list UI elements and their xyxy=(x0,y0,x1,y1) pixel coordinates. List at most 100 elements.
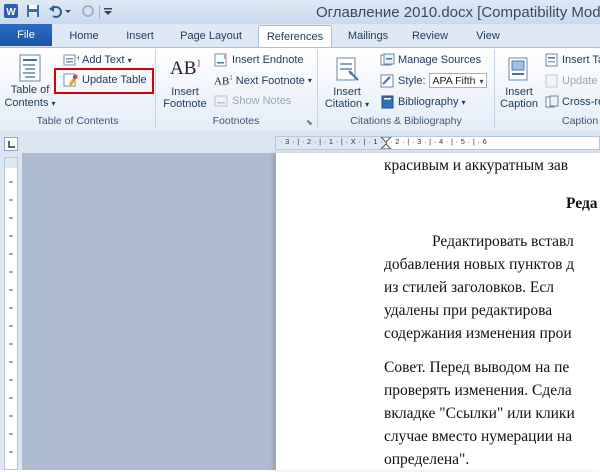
document-page[interactable]: красивым и аккуратным зав Реда Редактиро… xyxy=(275,153,600,470)
chevron-down-icon: ▾ xyxy=(461,97,466,107)
tab-insert[interactable]: Insert xyxy=(118,26,162,46)
tab-references[interactable]: References xyxy=(258,25,332,48)
insert-citation-label-1: Insert xyxy=(333,86,361,98)
add-text-button[interactable]: + Add Text ▾ xyxy=(63,53,132,67)
doc-line: удалены при редактирова xyxy=(384,302,553,319)
update-table-of-figures-button[interactable]: Update xyxy=(545,74,597,88)
insert-footnote-label-2: Footnote xyxy=(163,98,207,110)
doc-line: Редактировать вставл xyxy=(432,233,574,250)
insert-caption-label-2: Caption xyxy=(500,98,538,110)
insert-table-of-figures-button[interactable]: Insert Ta xyxy=(545,53,600,67)
doc-line: Совет. Перед выводом на пе xyxy=(384,359,570,376)
group-label-footnotes: Footnotes xyxy=(212,115,260,127)
cross-reference-icon xyxy=(545,95,559,108)
bibliography-icon xyxy=(381,95,394,109)
table-of-figures-icon xyxy=(545,53,558,67)
doc-line: случае вместо нумерации на xyxy=(384,428,573,445)
insert-table-of-figures-label: Insert Ta xyxy=(562,54,600,66)
table-of-contents-label-1: Table of xyxy=(10,84,50,96)
insert-footnote-button[interactable]: AB1 Insert Footnote xyxy=(162,52,208,112)
group-separator xyxy=(494,50,495,128)
save-icon[interactable] xyxy=(25,3,41,19)
doc-line: добавления новых пунктов д xyxy=(384,256,575,273)
bibliography-label: Bibliography xyxy=(398,96,459,108)
vertical-ruler-ticks xyxy=(5,158,17,453)
insert-caption-icon xyxy=(508,57,528,81)
chevron-down-icon: ▾ xyxy=(307,76,312,86)
doc-line: из стилей заголовков. Есл xyxy=(384,279,554,296)
chevron-down-icon: ▾ xyxy=(127,55,132,65)
chevron-down-icon: ▾ xyxy=(51,99,56,108)
table-of-contents-button[interactable]: Table of Contents ▾ xyxy=(4,52,56,112)
window-title: Оглавление 2010.docx [Compatibility Mode xyxy=(316,4,600,21)
manage-sources-button[interactable]: Manage Sources xyxy=(380,53,481,67)
vertical-ruler[interactable] xyxy=(4,157,18,470)
show-notes-label: Show Notes xyxy=(232,95,292,107)
group-label-citations-bibliography: Citations & Bibliography xyxy=(350,115,462,127)
horizontal-ruler[interactable]: · 3 · | · 2 · | · 1 · | · X · | · 1 · | … xyxy=(275,136,600,150)
footnotes-dialog-launcher-icon[interactable]: ⬊ xyxy=(306,118,313,127)
tab-mailings[interactable]: Mailings xyxy=(340,26,396,46)
insert-caption-label-1: Insert xyxy=(505,86,533,98)
footnote-ab-icon: AB1 xyxy=(170,58,202,79)
manage-sources-label: Manage Sources xyxy=(398,54,482,66)
tab-home[interactable]: Home xyxy=(62,26,106,46)
tab-view[interactable]: View xyxy=(466,26,510,46)
undo-dropdown-icon[interactable] xyxy=(64,3,72,19)
doc-line: красивым и аккуратным зав xyxy=(384,157,569,174)
add-text-icon: + xyxy=(63,53,79,66)
redo-icon[interactable] xyxy=(80,3,96,19)
insert-citation-icon xyxy=(336,57,359,81)
doc-line: содержания изменения прои xyxy=(384,325,572,342)
insert-citation-label-2-row: Citation ▾ xyxy=(316,98,378,110)
tab-page-layout[interactable]: Page Layout xyxy=(172,26,250,46)
doc-line: проверять изменения. Сдела xyxy=(384,382,572,399)
next-footnote-icon: AB1 xyxy=(214,74,233,88)
insert-citation-button[interactable]: Insert Citation ▾ xyxy=(322,52,372,112)
insert-endnote-label: Insert Endnote xyxy=(232,54,304,66)
update-figures-icon xyxy=(545,74,558,88)
cross-reference-label: Cross-re xyxy=(562,96,600,108)
table-of-contents-icon xyxy=(19,54,41,82)
next-footnote-button[interactable]: AB1 Next Footnote ▾ xyxy=(214,74,312,88)
update-label: Update xyxy=(562,75,598,87)
qat-separator xyxy=(99,5,100,19)
svg-text:W: W xyxy=(6,7,16,18)
insert-endnote-icon: i xyxy=(214,53,227,67)
insert-caption-button[interactable]: Insert Caption xyxy=(497,52,541,112)
bibliography-button[interactable]: Bibliography ▾ xyxy=(380,95,466,109)
indent-marker-icon[interactable] xyxy=(380,137,392,149)
group-label-table-of-contents: Table of Contents xyxy=(36,115,119,127)
chevron-down-icon: ▾ xyxy=(365,100,370,109)
doc-line: вкладке "Ссылки" или клики xyxy=(384,405,575,422)
table-of-contents-label-2: Contents xyxy=(4,97,49,109)
insert-endnote-button[interactable]: i Insert Endnote xyxy=(214,53,304,67)
tab-selector-icon[interactable] xyxy=(4,137,18,151)
tab-review[interactable]: Review xyxy=(406,26,454,46)
customize-qat-icon[interactable] xyxy=(103,3,113,19)
style-label: Style: xyxy=(398,74,426,87)
insert-footnote-label-1: Insert xyxy=(171,86,199,98)
update-table-button[interactable]: Update Table xyxy=(63,73,147,87)
word-icon[interactable]: W xyxy=(3,3,19,19)
update-table-icon xyxy=(63,73,79,87)
tab-file[interactable]: File xyxy=(0,24,52,46)
style-icon xyxy=(380,74,394,87)
cross-reference-button[interactable]: Cross-re xyxy=(545,95,600,109)
doc-heading: Реда xyxy=(566,195,598,212)
undo-icon[interactable] xyxy=(48,3,64,19)
insert-citation-label-2: Citation xyxy=(324,98,363,110)
show-notes-icon xyxy=(214,95,228,107)
table-of-contents-label-2-row: Contents ▾ xyxy=(4,97,56,109)
style-selector[interactable]: Style: APA Fifth ▾ xyxy=(380,73,487,88)
show-notes-button[interactable]: Show Notes xyxy=(214,95,291,107)
chevron-down-icon: ▾ xyxy=(479,77,484,86)
style-dropdown[interactable]: APA Fifth ▾ xyxy=(428,73,487,88)
svg-text:+: + xyxy=(76,53,79,63)
next-footnote-label: Next Footnote xyxy=(235,74,305,87)
manage-sources-icon xyxy=(380,53,395,66)
add-text-label: Add Text xyxy=(82,54,125,66)
style-value: APA Fifth xyxy=(432,75,476,87)
update-table-label: Update Table xyxy=(82,74,147,86)
doc-line: определена". xyxy=(384,451,470,468)
